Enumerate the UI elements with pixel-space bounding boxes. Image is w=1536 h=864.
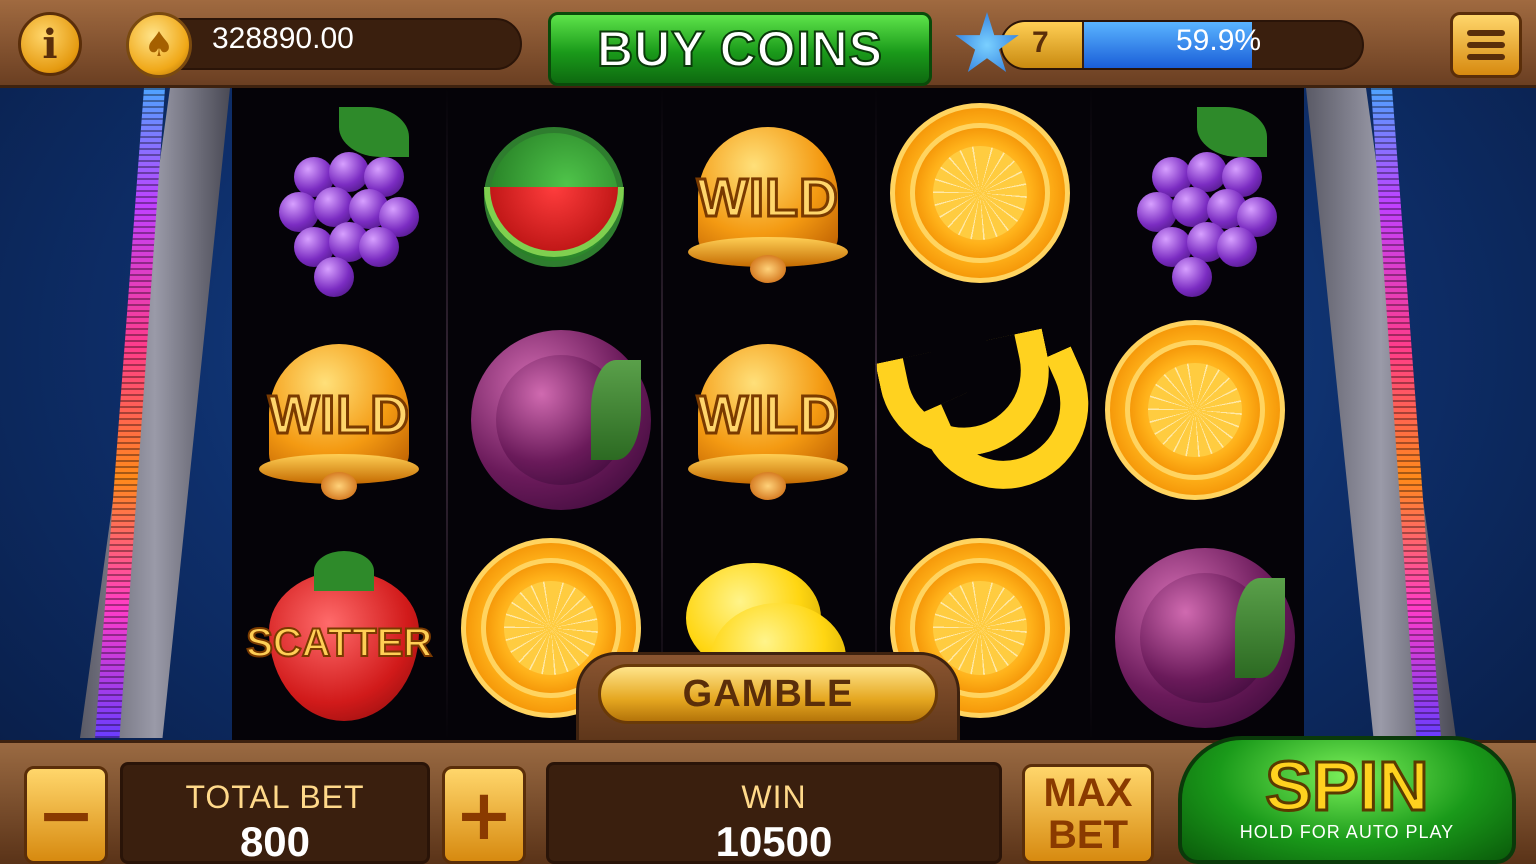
reel-cell: SCATTER	[232, 523, 446, 740]
menu-icon	[1467, 30, 1505, 36]
reel-cell	[1090, 305, 1304, 522]
wild-symbol: WILD	[249, 324, 429, 504]
max-bet-label-bottom: BET	[1048, 813, 1128, 857]
right-led-rail	[1306, 88, 1536, 738]
xp-percent: 59.9%	[1176, 24, 1262, 57]
reel-grid: WILD WILD WILD SCATTER	[232, 88, 1304, 740]
info-button[interactable]: i	[18, 12, 82, 76]
reel-cell	[446, 305, 660, 522]
left-led-rail	[0, 88, 230, 738]
wild-symbol: WILD	[678, 324, 858, 504]
level-number: 7	[1032, 26, 1049, 59]
total-bet-panel: TOTAL BET 800	[120, 762, 430, 864]
spin-hint: HOLD FOR AUTO PLAY	[1239, 822, 1455, 842]
spin-button[interactable]: SPIN HOLD FOR AUTO PLAY	[1178, 736, 1516, 864]
gamble-button[interactable]: GAMBLE	[598, 664, 938, 724]
orange-symbol	[890, 103, 1071, 283]
info-icon: i	[42, 20, 58, 68]
orange-symbol	[1104, 320, 1285, 501]
menu-button[interactable]	[1450, 12, 1522, 78]
total-bet-value: 800	[239, 818, 311, 864]
grapes-symbol	[1107, 106, 1287, 297]
reel-cell	[232, 88, 446, 305]
watermelon-symbol	[464, 107, 644, 287]
coin-icon: ♠	[126, 12, 192, 78]
spin-label: SPIN	[1264, 747, 1430, 825]
max-bet-label-top: MAX	[1043, 771, 1133, 815]
wild-label: WILD	[696, 383, 840, 446]
reel-cell: WILD	[232, 305, 446, 522]
scatter-symbol: SCATTER	[245, 541, 433, 722]
reel-divider	[661, 88, 663, 740]
reel-divider	[1090, 88, 1092, 740]
decrease-bet-button[interactable]: −	[24, 766, 108, 864]
increase-bet-button[interactable]: +	[442, 766, 526, 864]
reel-cell	[1090, 88, 1304, 305]
buy-coins-button[interactable]: BUY COINS	[548, 12, 932, 86]
reel-cell	[875, 305, 1116, 522]
grapes-symbol	[249, 106, 429, 297]
win-label: WIN	[741, 779, 807, 815]
win-panel: WIN 10500	[546, 762, 1002, 864]
reel-cell: WILD	[661, 88, 875, 305]
wild-symbol: WILD	[678, 107, 858, 287]
wild-label: WILD	[267, 383, 411, 446]
reel-divider	[446, 88, 448, 740]
win-value: 10500	[715, 818, 833, 864]
reel-divider	[875, 88, 877, 740]
reel-cell	[446, 88, 660, 305]
total-bet-label: TOTAL BET	[185, 779, 365, 815]
reel-cell: WILD	[661, 305, 875, 522]
plum-symbol	[471, 330, 652, 511]
balance-value: 328890.00	[212, 22, 354, 55]
reel-cell	[1090, 523, 1304, 740]
banana-symbol	[875, 328, 1116, 517]
wild-label: WILD	[696, 166, 840, 229]
plum-symbol	[1114, 547, 1295, 728]
reel-cell	[875, 88, 1089, 305]
max-bet-button[interactable]: MAX BET	[1022, 764, 1154, 864]
scatter-label: SCATTER	[245, 620, 433, 666]
